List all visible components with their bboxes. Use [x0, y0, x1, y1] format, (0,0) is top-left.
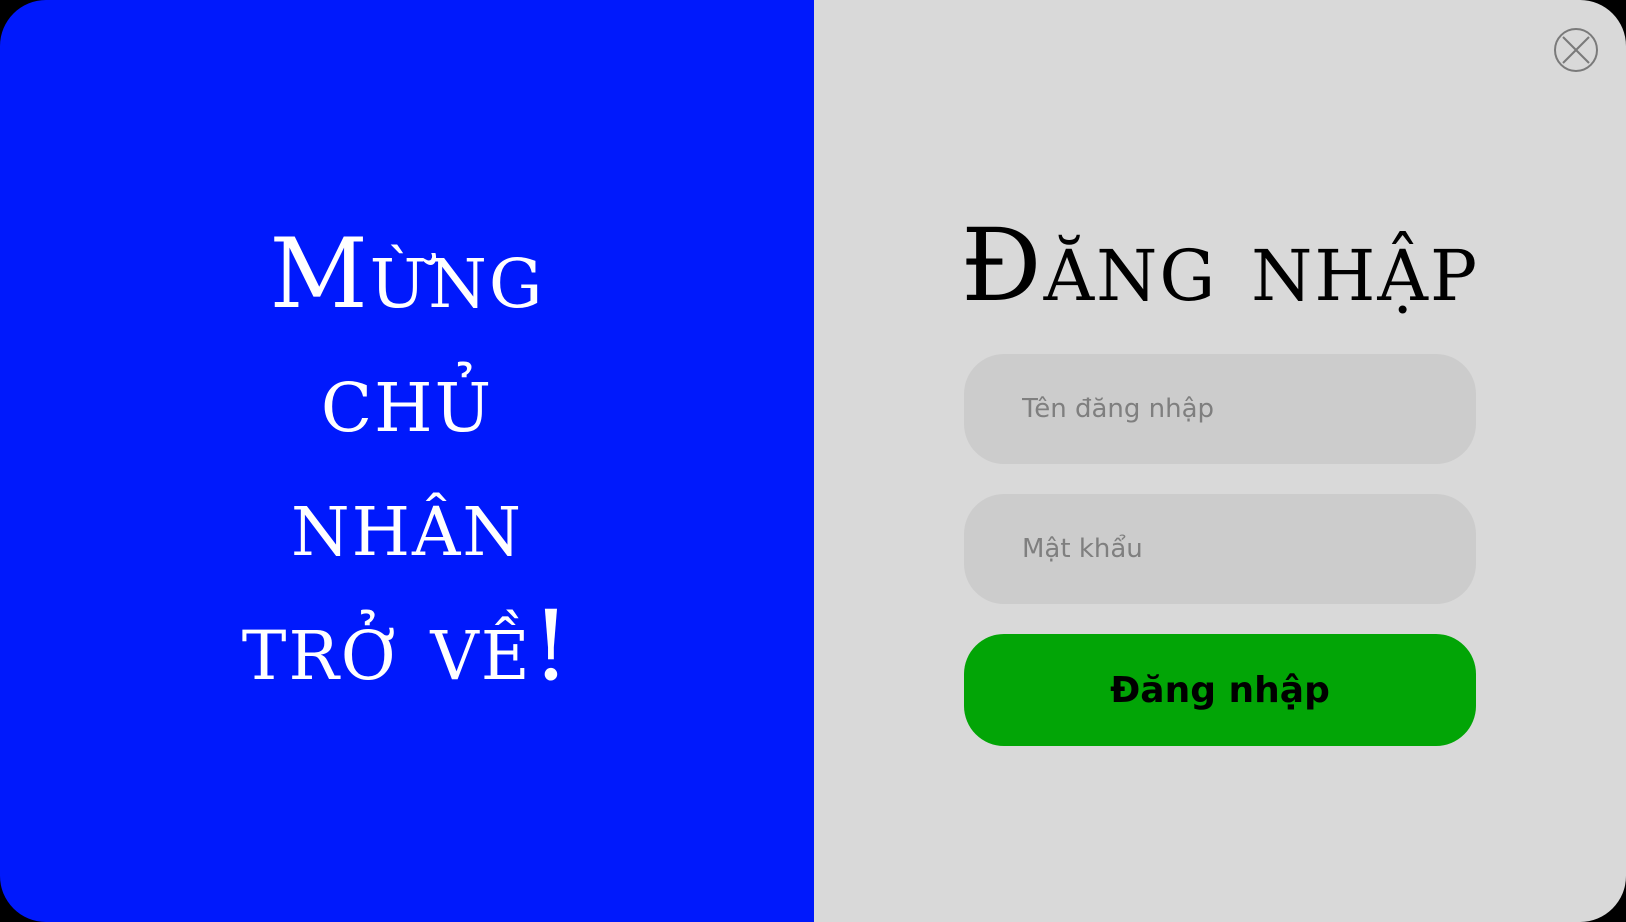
login-title: Đăng nhập	[960, 207, 1480, 324]
welcome-panel: Mừng chủ nhân trở về!	[0, 0, 814, 922]
login-modal: Mừng chủ nhân trở về! Đăng nhập Đăng nhậ…	[0, 0, 1626, 922]
welcome-line: chủ	[320, 342, 494, 454]
username-input[interactable]	[964, 354, 1476, 464]
welcome-line: trở về!	[241, 590, 573, 702]
login-panel: Đăng nhập Đăng nhập	[814, 0, 1626, 922]
password-input[interactable]	[964, 494, 1476, 604]
welcome-heading: Mừng chủ nhân trở về!	[0, 212, 814, 708]
close-button[interactable]	[1554, 28, 1598, 72]
login-button[interactable]: Đăng nhập	[964, 634, 1476, 746]
close-icon	[1562, 36, 1590, 64]
welcome-line: nhân	[290, 466, 524, 578]
welcome-line: Mừng	[269, 218, 545, 330]
